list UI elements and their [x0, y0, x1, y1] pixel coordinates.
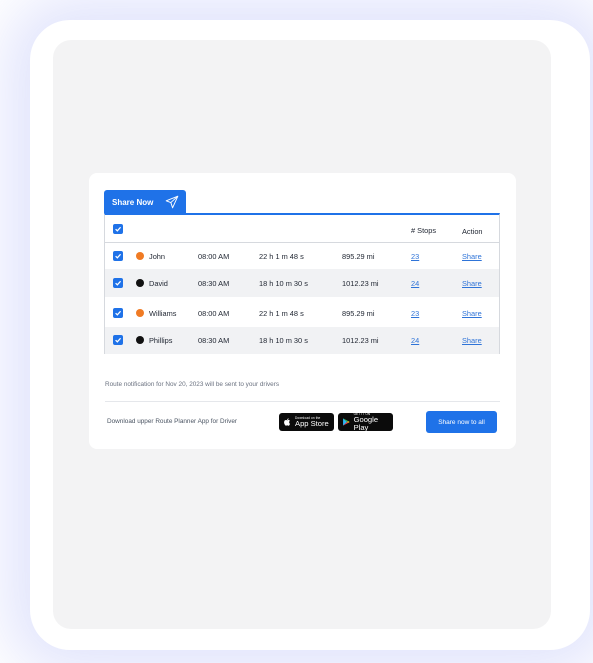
share-now-to-all-button[interactable]: Share now to all: [426, 411, 497, 433]
check-icon: [115, 253, 122, 259]
select-all-checkbox[interactable]: [113, 224, 123, 234]
stops-link[interactable]: 23: [411, 252, 419, 261]
row-checkbox[interactable]: [113, 335, 123, 345]
duration: 18 h 10 m 30 s: [259, 279, 308, 288]
distance: 895.29 mi: [342, 252, 375, 261]
row-checkbox[interactable]: [113, 278, 123, 288]
stops-link[interactable]: 23: [411, 309, 419, 318]
row-checkbox[interactable]: [113, 308, 123, 318]
start-time: 08:30 AM: [198, 279, 230, 288]
header-action: Action: [462, 227, 483, 236]
table-row: David 08:30 AM 18 h 10 m 30 s 1012.23 mi…: [105, 269, 499, 297]
share-link[interactable]: Share: [462, 309, 482, 318]
app-store-badge[interactable]: Download on the App Store: [279, 413, 334, 431]
stops-link[interactable]: 24: [411, 279, 419, 288]
share-link[interactable]: Share: [462, 336, 482, 345]
share-link[interactable]: Share: [462, 252, 482, 261]
tab-label: Share Now: [112, 197, 154, 207]
driver-name: John: [149, 252, 166, 261]
check-icon: [115, 280, 122, 286]
route-notice: Route notification for Nov 20, 2023 will…: [105, 381, 280, 388]
row-checkbox[interactable]: [113, 251, 123, 261]
start-time: 08:30 AM: [198, 336, 230, 345]
distance: 895.29 mi: [342, 309, 375, 318]
download-text: Download upper Route Planner App for Dri…: [107, 418, 238, 425]
stops-link[interactable]: 24: [411, 336, 419, 345]
start-time: 08:00 AM: [198, 252, 230, 261]
header-stops: # Stops: [411, 226, 437, 235]
check-icon: [115, 337, 122, 343]
driver-color-dot: [136, 252, 144, 260]
duration: 22 h 1 m 48 s: [259, 252, 304, 261]
table-header: # Stops Action: [105, 215, 499, 243]
google-play-icon: [343, 418, 350, 426]
table-row: Phillips 08:30 AM 18 h 10 m 30 s 1012.23…: [105, 327, 499, 354]
google-play-big: Google Play: [353, 415, 379, 432]
tab-share-now[interactable]: Share Now: [104, 190, 186, 214]
check-icon: [115, 226, 122, 232]
driver-color-dot: [136, 336, 144, 344]
start-time: 08:00 AM: [198, 309, 230, 318]
duration: 22 h 1 m 48 s: [259, 309, 304, 318]
check-icon: [115, 310, 122, 316]
divider: [105, 401, 500, 402]
driver-name: Williams: [149, 309, 177, 318]
duration: 18 h 10 m 30 s: [259, 336, 308, 345]
distance: 1012.23 mi: [342, 279, 379, 288]
driver-name: Phillips: [149, 336, 173, 345]
distance: 1012.23 mi: [342, 336, 379, 345]
apple-icon: [284, 418, 291, 426]
share-card: Share Now # Stops Action John 08:00 AM 2…: [89, 173, 516, 449]
app-store-big: App Store: [295, 419, 329, 429]
driver-table: # Stops Action John 08:00 AM 22 h 1 m 48…: [104, 213, 500, 354]
table-row: Williams 08:00 AM 22 h 1 m 48 s 895.29 m…: [105, 297, 499, 327]
share-link[interactable]: Share: [462, 279, 482, 288]
driver-color-dot: [136, 309, 144, 317]
send-icon: [165, 195, 179, 209]
driver-name: David: [149, 279, 168, 288]
table-row: John 08:00 AM 22 h 1 m 48 s 895.29 mi 23…: [105, 243, 499, 269]
driver-color-dot: [136, 279, 144, 287]
google-play-badge[interactable]: GET IT ON Google Play: [338, 412, 393, 432]
